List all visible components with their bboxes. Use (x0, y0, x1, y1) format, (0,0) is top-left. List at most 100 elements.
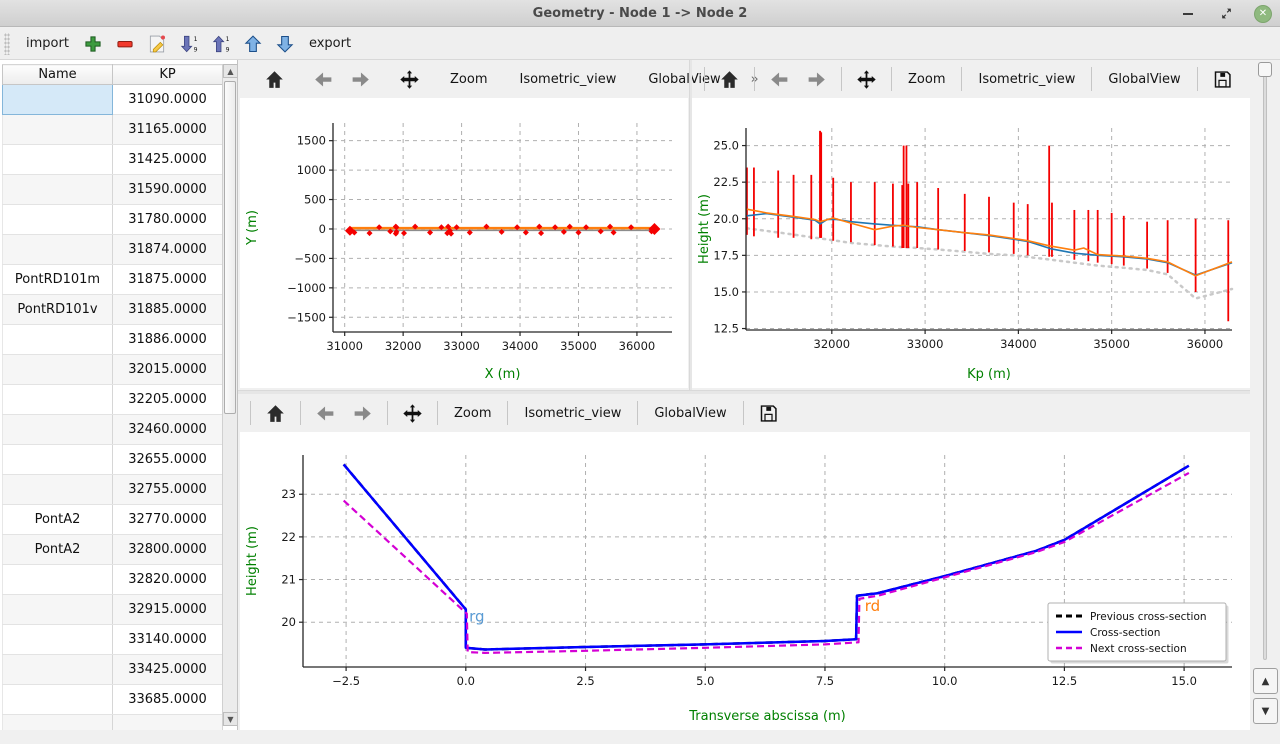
cell-kp[interactable]: 31590.0000 (113, 175, 223, 205)
save-button[interactable] (750, 399, 787, 428)
isometric-view-button[interactable]: Isometric_view (509, 67, 626, 92)
maximize-button[interactable] (1216, 4, 1236, 24)
table-row[interactable]: 33140.0000 (3, 625, 223, 655)
table-row[interactable]: 31874.0000 (3, 235, 223, 265)
cell-name[interactable] (3, 355, 113, 385)
table-row[interactable]: PontRD101v31885.0000 (3, 295, 223, 325)
plan-view-chart[interactable]: 310003200033000340003500036000−1500−1000… (240, 98, 688, 388)
add-button[interactable] (82, 33, 104, 55)
table-row[interactable]: 31886.0000 (3, 325, 223, 355)
globalview-button[interactable]: GlobalView (644, 401, 736, 426)
table-scroll-up-button[interactable]: ▲ (223, 64, 238, 78)
cell-kp[interactable]: 31165.0000 (113, 115, 223, 145)
cell-name[interactable] (3, 445, 113, 475)
isometric-view-button[interactable]: Isometric_view (968, 67, 1085, 92)
table-row[interactable]: 32205.0000 (3, 385, 223, 415)
table-row[interactable]: 32460.0000 (3, 415, 223, 445)
home-button[interactable] (711, 65, 748, 94)
cell-kp[interactable]: 31875.0000 (113, 265, 223, 295)
zoom-button[interactable]: Zoom (444, 401, 501, 426)
cell-name[interactable] (3, 325, 113, 355)
sort-ascending-button[interactable]: 19 (210, 33, 232, 55)
scroll-up-button[interactable]: ▲ (1253, 668, 1278, 694)
table-row[interactable]: 32015.0000 (3, 355, 223, 385)
cell-kp[interactable]: 31780.0000 (113, 205, 223, 235)
forward-button[interactable] (344, 399, 381, 428)
cell-name[interactable]: PontRD101m (3, 265, 113, 295)
cell-kp[interactable]: 33140.0000 (113, 625, 223, 655)
cell-kp[interactable]: 32205.0000 (113, 385, 223, 415)
export-button[interactable]: export (301, 32, 359, 55)
save-button[interactable] (1204, 65, 1241, 94)
cell-name[interactable] (3, 475, 113, 505)
minimize-button[interactable] (1178, 4, 1198, 24)
cell-kp[interactable]: 32460.0000 (113, 415, 223, 445)
table-row[interactable]: 31780.0000 (3, 205, 223, 235)
toolbar-grip[interactable] (4, 33, 10, 55)
table-row[interactable]: PontRD101m31875.0000 (3, 265, 223, 295)
table-scroll-down-button[interactable]: ▼ (223, 712, 238, 726)
table-row[interactable]: 33425.0000 (3, 655, 223, 685)
import-button[interactable]: import (18, 32, 77, 55)
column-header-kp[interactable]: KP (113, 65, 223, 85)
cell-kp[interactable]: 32770.0000 (113, 505, 223, 535)
cell-name[interactable]: PontRD101v (3, 295, 113, 325)
cell-name[interactable] (3, 685, 113, 715)
cell-name[interactable] (3, 175, 113, 205)
cell-name[interactable]: PontA2 (3, 505, 113, 535)
pan-button[interactable] (848, 65, 885, 94)
cell-name[interactable] (3, 715, 113, 731)
cell-name[interactable] (3, 625, 113, 655)
move-down-button[interactable] (274, 33, 296, 55)
table-row[interactable]: 31165.0000 (3, 115, 223, 145)
scroll-down-button[interactable]: ▼ (1253, 698, 1278, 724)
cell-kp[interactable]: 31885.0000 (113, 295, 223, 325)
home-button[interactable] (256, 65, 293, 94)
table-row[interactable]: 31425.0000 (3, 145, 223, 175)
table-row[interactable]: 31590.0000 (3, 175, 223, 205)
cell-kp[interactable]: 32820.0000 (113, 565, 223, 595)
edit-button[interactable] (146, 33, 168, 55)
cell-kp[interactable]: 32915.0000 (113, 595, 223, 625)
cell-kp[interactable]: 31886.0000 (113, 325, 223, 355)
table-scrollbar[interactable]: ▲ ▼ (222, 64, 237, 726)
cell-kp[interactable]: 32800.0000 (113, 535, 223, 565)
cell-name[interactable] (3, 565, 113, 595)
cell-kp[interactable]: 33685.0000 (113, 685, 223, 715)
cell-name[interactable] (3, 595, 113, 625)
cell-name[interactable] (3, 205, 113, 235)
globalview-button[interactable]: GlobalView (1098, 67, 1190, 92)
zoom-button[interactable]: Zoom (898, 67, 955, 92)
cell-kp[interactable]: 31090.0000 (113, 85, 223, 115)
cell-name[interactable]: PontA2 (3, 535, 113, 565)
cell-kp[interactable]: 32015.0000 (113, 355, 223, 385)
isometric-view-button[interactable]: Isometric_view (514, 401, 631, 426)
remove-button[interactable] (114, 33, 136, 55)
profile-view-chart[interactable]: 320003300034000350003600012.515.017.520.… (692, 98, 1250, 388)
back-button[interactable] (761, 65, 798, 94)
cell-kp[interactable]: 32655.0000 (113, 445, 223, 475)
column-header-name[interactable]: Name (3, 65, 113, 85)
pan-button[interactable] (391, 65, 428, 94)
table-row[interactable]: 32820.0000 (3, 565, 223, 595)
zoom-button[interactable]: Zoom (440, 67, 497, 92)
table-row[interactable]: PontA232770.0000 (3, 505, 223, 535)
cell-kp[interactable] (113, 715, 223, 731)
back-button[interactable] (305, 65, 342, 94)
table-row[interactable]: 32755.0000 (3, 475, 223, 505)
cell-kp[interactable]: 31425.0000 (113, 145, 223, 175)
table-row[interactable]: 32915.0000 (3, 595, 223, 625)
cell-kp[interactable]: 32755.0000 (113, 475, 223, 505)
cell-name[interactable] (3, 415, 113, 445)
cell-kp[interactable]: 31874.0000 (113, 235, 223, 265)
right-scrollbar-thumb[interactable] (1258, 62, 1272, 77)
pan-button[interactable] (394, 399, 431, 428)
forward-button[interactable] (798, 65, 835, 94)
back-button[interactable] (307, 399, 344, 428)
table-row[interactable] (3, 715, 223, 731)
cell-name[interactable] (3, 655, 113, 685)
close-button[interactable]: ✕ (1254, 5, 1272, 23)
table-row[interactable]: PontA232800.0000 (3, 535, 223, 565)
table-row[interactable]: 31090.0000 (3, 85, 223, 115)
forward-button[interactable] (342, 65, 379, 94)
